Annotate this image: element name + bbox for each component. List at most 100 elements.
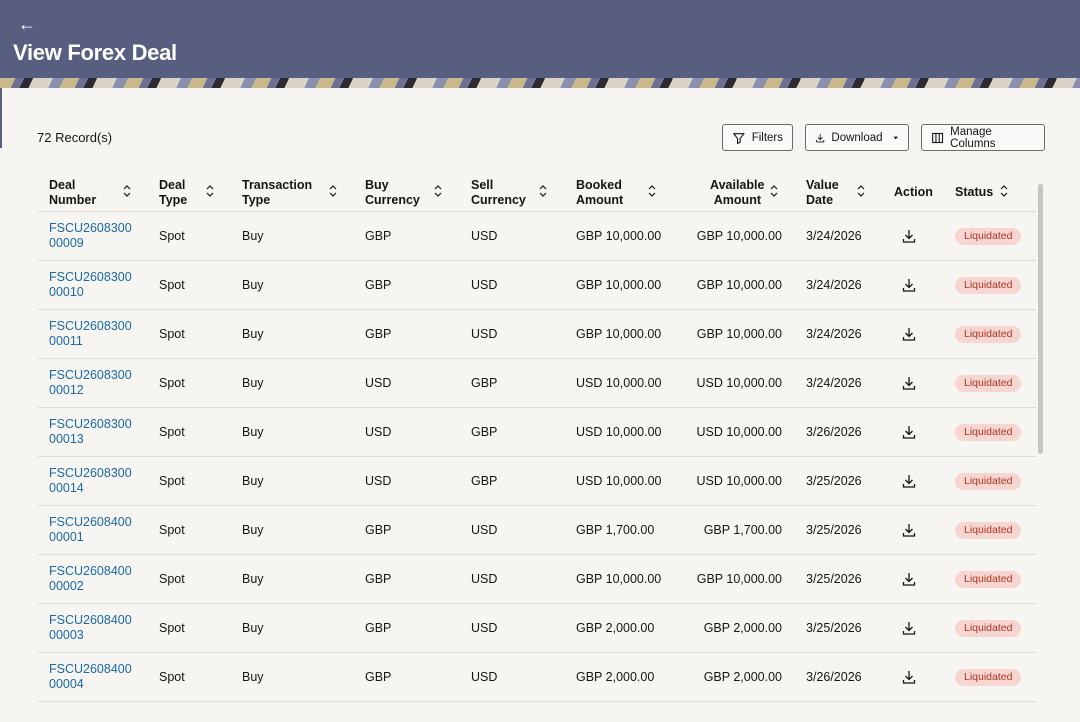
sell-currency-cell: GBP bbox=[471, 425, 498, 439]
transaction-type-cell: Buy bbox=[242, 278, 264, 292]
deal-number-link[interactable]: FSCU2608300 00011 bbox=[49, 319, 132, 349]
download-icon bbox=[816, 133, 825, 142]
buy-currency-cell: GBP bbox=[365, 229, 392, 243]
deal-type-cell: Spot bbox=[159, 376, 185, 390]
download-icon[interactable] bbox=[901, 473, 917, 489]
deal-number-link[interactable]: FSCU2608300 00013 bbox=[49, 417, 132, 447]
available-amount-cell: GBP 10,000.00 bbox=[696, 572, 782, 586]
status-badge: Liquidated bbox=[955, 375, 1022, 392]
value-date-cell: 3/25/2026 bbox=[806, 621, 862, 635]
transaction-type-cell: Buy bbox=[242, 229, 264, 243]
download-icon[interactable] bbox=[901, 228, 917, 244]
status-badge: Liquidated bbox=[955, 424, 1022, 441]
download-icon[interactable] bbox=[901, 669, 917, 685]
value-date-cell: 3/26/2026 bbox=[806, 670, 862, 684]
value-date-cell: 3/25/2026 bbox=[806, 474, 862, 488]
transaction-type-cell: Buy bbox=[242, 523, 264, 537]
buy-currency-cell: USD bbox=[365, 474, 392, 488]
header-pattern bbox=[0, 78, 1080, 88]
value-date-cell: 3/24/2026 bbox=[806, 376, 862, 390]
deal-type-cell: Spot bbox=[159, 327, 185, 341]
deal-number-link[interactable]: FSCU2608300 00014 bbox=[49, 466, 132, 496]
column-header-booked-amount[interactable]: Booked Amount bbox=[576, 178, 623, 208]
buy-currency-cell: GBP bbox=[365, 278, 392, 292]
deal-type-cell: Spot bbox=[159, 474, 185, 488]
booked-amount-cell: GBP 10,000.00 bbox=[576, 229, 662, 243]
column-header-deal-type[interactable]: Deal Type bbox=[159, 178, 187, 208]
sort-icon[interactable] bbox=[856, 184, 866, 198]
transaction-type-cell: Buy bbox=[242, 670, 264, 684]
sort-icon[interactable] bbox=[122, 184, 132, 198]
sort-icon[interactable] bbox=[328, 184, 338, 198]
deal-number-link[interactable]: FSCU2608400 00004 bbox=[49, 662, 132, 692]
sell-currency-cell: GBP bbox=[471, 376, 498, 390]
deal-number-link[interactable]: FSCU2608400 00001 bbox=[49, 515, 132, 545]
deal-number-link[interactable]: FSCU2608400 00003 bbox=[49, 613, 132, 643]
filters-button[interactable]: Filters bbox=[722, 124, 793, 151]
column-header-buy-currency[interactable]: Buy Currency bbox=[365, 178, 420, 208]
transaction-type-cell: Buy bbox=[242, 621, 264, 635]
booked-amount-cell: GBP 2,000.00 bbox=[576, 670, 655, 684]
download-icon[interactable] bbox=[901, 571, 917, 587]
download-icon[interactable] bbox=[901, 375, 917, 391]
sort-icon[interactable] bbox=[205, 184, 215, 198]
deal-number-link[interactable]: FSCU2608400 00002 bbox=[49, 564, 132, 594]
available-amount-cell: GBP 2,000.00 bbox=[703, 670, 782, 684]
column-header-status[interactable]: Status bbox=[955, 185, 993, 200]
available-amount-cell: GBP 2,000.00 bbox=[703, 621, 782, 635]
sort-icon[interactable] bbox=[647, 184, 657, 198]
buy-currency-cell: GBP bbox=[365, 327, 392, 341]
buy-currency-cell: GBP bbox=[365, 621, 392, 635]
status-badge: Liquidated bbox=[955, 620, 1022, 637]
column-header-sell-currency[interactable]: Sell Currency bbox=[471, 178, 526, 208]
transaction-type-cell: Buy bbox=[242, 425, 264, 439]
sell-currency-cell: USD bbox=[471, 670, 498, 684]
sort-icon[interactable] bbox=[433, 184, 443, 198]
deal-number-link[interactable]: FSCU2608300 00010 bbox=[49, 270, 132, 300]
arrow-left-icon[interactable]: ← bbox=[18, 14, 36, 35]
sell-currency-cell: USD bbox=[471, 327, 498, 341]
transaction-type-cell: Buy bbox=[242, 327, 264, 341]
status-badge: Liquidated bbox=[955, 326, 1022, 343]
value-date-cell: 3/24/2026 bbox=[806, 327, 862, 341]
deal-number-link[interactable]: FSCU2608300 00009 bbox=[49, 221, 132, 251]
column-header-available-amount[interactable]: Available Amount bbox=[710, 178, 764, 208]
download-icon[interactable] bbox=[901, 424, 917, 440]
column-header-value-date[interactable]: Value Date bbox=[806, 178, 839, 208]
table-row: FSCU2608300 00013 Spot Buy USD GBP USD 10… bbox=[38, 408, 1036, 457]
table-row: FSCU2608300 00011 Spot Buy GBP USD GBP 10… bbox=[38, 310, 1036, 359]
buy-currency-cell: GBP bbox=[365, 572, 392, 586]
sell-currency-cell: USD bbox=[471, 229, 498, 243]
available-amount-cell: GBP 1,700.00 bbox=[703, 523, 782, 537]
table-scrollbar[interactable] bbox=[1037, 176, 1045, 711]
column-header-transaction-type[interactable]: Transaction Type bbox=[242, 178, 312, 208]
booked-amount-cell: GBP 2,000.00 bbox=[576, 621, 655, 635]
columns-icon bbox=[932, 132, 944, 143]
sort-icon[interactable] bbox=[999, 184, 1009, 198]
available-amount-cell: USD 10,000.00 bbox=[696, 425, 782, 439]
download-icon[interactable] bbox=[901, 326, 917, 342]
header-edge bbox=[0, 88, 2, 148]
page-header: ← View Forex Deal bbox=[0, 0, 1080, 88]
deal-number-link[interactable]: FSCU2608300 00012 bbox=[49, 368, 132, 398]
table-row: FSCU2608400 00004 Spot Buy GBP USD GBP 2,… bbox=[38, 653, 1036, 702]
download-icon[interactable] bbox=[901, 277, 917, 293]
deal-type-cell: Spot bbox=[159, 621, 185, 635]
download-label: Download bbox=[831, 131, 883, 144]
sell-currency-cell: USD bbox=[471, 523, 498, 537]
sort-icon[interactable] bbox=[769, 184, 779, 198]
download-button[interactable]: Download bbox=[805, 124, 909, 151]
transaction-type-cell: Buy bbox=[242, 376, 264, 390]
scrollbar-thumb[interactable] bbox=[1038, 184, 1043, 454]
value-date-cell: 3/24/2026 bbox=[806, 229, 862, 243]
download-icon[interactable] bbox=[901, 620, 917, 636]
table-row: FSCU2608300 00014 Spot Buy USD GBP USD 10… bbox=[38, 457, 1036, 506]
manage-columns-button[interactable]: Manage Columns bbox=[921, 124, 1045, 151]
download-icon[interactable] bbox=[901, 522, 917, 538]
column-header-deal-number[interactable]: Deal Number bbox=[49, 178, 96, 208]
table-row: FSCU2608400 00003 Spot Buy GBP USD GBP 2,… bbox=[38, 604, 1036, 653]
filters-label: Filters bbox=[751, 131, 783, 144]
buy-currency-cell: USD bbox=[365, 376, 392, 390]
table-row: FSCU2608300 00009 Spot Buy GBP USD GBP 10… bbox=[38, 212, 1036, 261]
sort-icon[interactable] bbox=[538, 184, 548, 198]
